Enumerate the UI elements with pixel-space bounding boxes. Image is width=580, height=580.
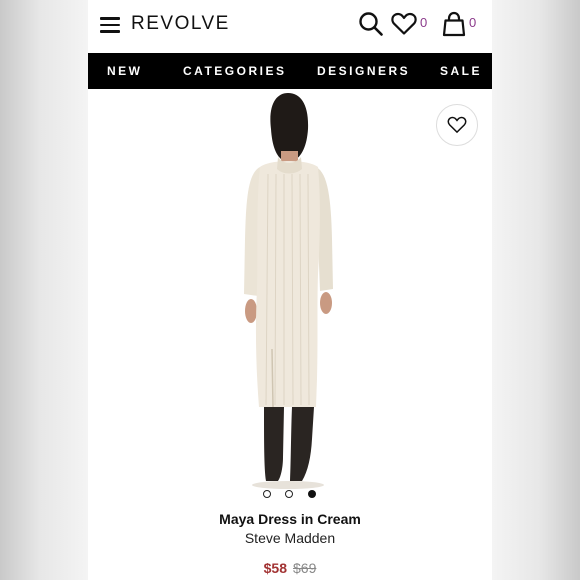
add-to-wishlist-button[interactable] <box>436 104 478 146</box>
nav-sale[interactable]: SALE <box>440 64 482 78</box>
bag-count: 0 <box>469 15 477 30</box>
top-bar: REVOLVE 0 0 <box>88 0 492 52</box>
search-icon[interactable] <box>358 11 384 37</box>
phone-screen: REVOLVE 0 0 NEW CATEGORIES DESIGNERS SAL… <box>88 0 492 580</box>
product-name[interactable]: Maya Dress in Cream <box>88 511 492 527</box>
category-nav: NEW CATEGORIES DESIGNERS SALE <box>88 53 492 89</box>
pagination-dot-3-active[interactable] <box>308 490 316 498</box>
nav-categories[interactable]: CATEGORIES <box>183 64 286 78</box>
pagination-dot-2[interactable] <box>285 490 293 498</box>
product-info: Maya Dress in Cream Steve Madden $58 $69 <box>88 511 492 576</box>
product-image[interactable] <box>88 89 492 504</box>
wishlist-heart-icon[interactable] <box>391 12 417 36</box>
heart-icon <box>447 116 467 134</box>
pagination-dot-1[interactable] <box>263 490 271 498</box>
product-brand[interactable]: Steve Madden <box>88 530 492 546</box>
nav-designers[interactable]: DESIGNERS <box>317 64 410 78</box>
sale-price: $58 <box>263 560 287 576</box>
brand-logo[interactable]: REVOLVE <box>131 13 230 35</box>
nav-new[interactable]: NEW <box>107 64 143 78</box>
menu-icon[interactable] <box>100 16 120 34</box>
price-row: $58 $69 <box>88 560 492 576</box>
wishlist-count: 0 <box>420 15 428 30</box>
original-price: $69 <box>293 560 317 576</box>
shopping-bag-icon[interactable] <box>442 11 466 37</box>
